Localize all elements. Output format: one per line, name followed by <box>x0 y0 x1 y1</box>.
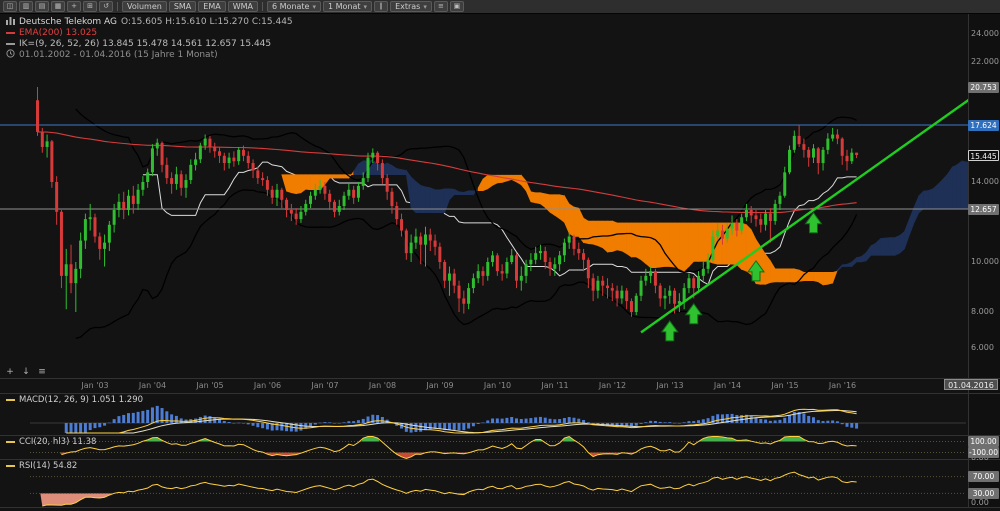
toolbar-separator <box>117 2 118 11</box>
price-tick-17.624: 17.624 <box>968 119 999 131</box>
top-toolbar: ◫ ▥ ▤ ▦ + ⊞ ↺ Volumen SMA EMA WMA 6 Monate ▾ 1 Monat ▾… <box>0 0 1000 14</box>
up-arrow-icon <box>804 211 823 234</box>
toolbar-button-sma[interactable]: SMA <box>168 1 197 12</box>
price-tick-6.000: 6.000 <box>971 343 994 352</box>
x-axis-label: Jan '08 <box>368 381 397 390</box>
grid-icon[interactable]: ⊞ <box>83 1 97 12</box>
rsi-legend[interactable]: RSI(14) 54.82 <box>6 461 77 471</box>
pause-icon[interactable]: ∥ <box>374 1 389 12</box>
macd-legend-text: MACD(12, 26, 9) 1.051 1.290 <box>19 395 144 405</box>
rsi-series-swatch <box>6 465 15 467</box>
x-axis-label: Jan '16 <box>828 381 857 390</box>
rsi-panel <box>30 471 966 507</box>
x-axis-label: Jan '05 <box>196 381 224 390</box>
dropdown-range[interactable]: 6 Monate ▾ <box>267 1 321 12</box>
price-tick-22.000: 22.000 <box>971 57 999 66</box>
layout-icon[interactable]: ◫ <box>3 1 17 12</box>
list-icon[interactable]: ≡ <box>433 1 448 12</box>
x-axis-label: Jan '07 <box>311 381 339 390</box>
macd-panel <box>30 405 966 434</box>
chevron-down-icon: ▾ <box>363 3 368 11</box>
chevron-down-icon: ▾ <box>423 3 427 11</box>
price-tick-20.753: 20.753 <box>968 81 999 93</box>
price-tick-10.000: 10.000 <box>971 257 999 266</box>
panel-axis-label: 30.00 <box>968 487 999 499</box>
x-axis-label: Jan '15 <box>771 381 799 390</box>
panel-axis-label: 70.00 <box>968 471 999 483</box>
settings-icon[interactable]: ▣ <box>449 1 464 12</box>
chart-menu-icon[interactable]: ≡ <box>36 366 48 378</box>
jump-latest-icon[interactable]: ↓ <box>20 366 32 378</box>
toolbar-button-ema[interactable]: EMA <box>198 1 226 12</box>
ema-legend-text: EMA(200) 13.025 <box>19 27 98 38</box>
clock-icon <box>6 48 15 61</box>
cci-legend-text: CCI(20, hl3) 11.38 <box>19 437 97 447</box>
macd-series-swatch <box>6 399 15 401</box>
trendline-annotation[interactable] <box>640 94 976 334</box>
up-arrow-icon <box>684 302 703 325</box>
chart-legend: Deutsche Telekom AG O:15.605 H:15.610 L:… <box>6 16 293 60</box>
ichimoku-line-swatch <box>6 42 15 45</box>
candlestick-chart-icon[interactable]: ▥ <box>19 1 33 12</box>
panel-separator <box>0 378 1000 379</box>
chart-mini-toolbar: + ↓ ≡ <box>4 366 48 378</box>
line-chart-icon[interactable]: ▦ <box>51 1 65 12</box>
main-chart-layer[interactable] <box>0 87 981 342</box>
ohlc-values: O:15.605 H:15.610 L:15.270 C:15.445 <box>120 16 293 27</box>
instrument-name: Deutsche Telekom AG <box>19 16 117 27</box>
x-axis-label: Jan '14 <box>713 381 742 390</box>
dropdown-extras[interactable]: Extras ▾ <box>390 1 432 12</box>
panel-separator <box>0 435 1000 436</box>
cci-panel <box>30 435 966 460</box>
x-axis-label: Jan '11 <box>541 381 569 390</box>
price-tick-24.000: 24.000 <box>971 29 999 38</box>
toolbar-button-wma[interactable]: WMA <box>227 1 259 12</box>
up-arrow-icon <box>660 320 679 342</box>
x-axis-label: Jan '10 <box>483 381 512 390</box>
price-tick-15.445: 15.445 <box>968 149 999 161</box>
date-range-row: 01.01.2002 - 01.04.2016 (15 Jahre 1 Mona… <box>6 48 293 61</box>
instrument-row[interactable]: Deutsche Telekom AG O:15.605 H:15.610 L:… <box>6 16 293 27</box>
panel-axis-label: 100.00 <box>968 436 999 447</box>
rsi-legend-text: RSI(14) 54.82 <box>19 461 78 471</box>
ichimoku-legend-text: IK=(9, 26, 52, 26) 13.845 15.478 14.561 … <box>19 38 272 49</box>
panel-separator <box>0 459 1000 460</box>
x-axis-label: Jan '13 <box>656 381 684 390</box>
macd-legend[interactable]: MACD(12, 26, 9) 1.051 1.290 <box>6 395 143 405</box>
date-range-text: 01.01.2002 - 01.04.2016 (15 Jahre 1 Mona… <box>19 49 218 60</box>
x-axis-label: Jan '03 <box>81 381 109 390</box>
crosshair-icon[interactable]: + <box>4 366 16 378</box>
cci-series-swatch <box>6 441 15 443</box>
ema-legend-row[interactable]: EMA(200) 13.025 <box>6 27 293 38</box>
panel-separator <box>0 507 1000 508</box>
undo-icon[interactable]: ↺ <box>99 1 113 12</box>
dropdown-interval[interactable]: 1 Monat ▾ <box>323 1 373 12</box>
x-axis-label: Jan '12 <box>598 381 627 390</box>
toolbar-button-volumen[interactable]: Volumen <box>122 1 167 12</box>
price-tick-12.657: 12.657 <box>968 203 999 215</box>
x-axis-label: Jan '04 <box>138 381 167 390</box>
instrument-bars-icon <box>6 16 15 28</box>
panel-axis-label: 0.00 <box>971 498 989 507</box>
panel-separator <box>0 393 1000 394</box>
current-date-badge: 01.04.2016 <box>944 379 998 390</box>
x-axis-label: Jan '09 <box>426 381 454 390</box>
price-tick-8.000: 8.000 <box>971 307 994 316</box>
ichimoku-legend-row[interactable]: IK=(9, 26, 52, 26) 13.845 15.478 14.561 … <box>6 38 293 49</box>
chevron-down-icon: ▾ <box>312 3 316 11</box>
cci-legend[interactable]: CCI(20, hl3) 11.38 <box>6 437 96 447</box>
add-indicator-icon[interactable]: + <box>67 1 81 12</box>
x-axis-label: Jan '06 <box>253 381 282 390</box>
panel-axis-label: -100.00 <box>968 447 999 458</box>
ema-line-swatch <box>6 31 15 34</box>
price-tick-14.000: 14.000 <box>971 177 999 186</box>
trading-chart-app: ◫ ▥ ▤ ▦ + ⊞ ↺ Volumen SMA EMA WMA 6 Monate ▾ 1 Monat ▾… <box>0 0 1000 511</box>
toolbar-separator <box>262 2 264 11</box>
bar-chart-icon[interactable]: ▤ <box>35 1 49 12</box>
